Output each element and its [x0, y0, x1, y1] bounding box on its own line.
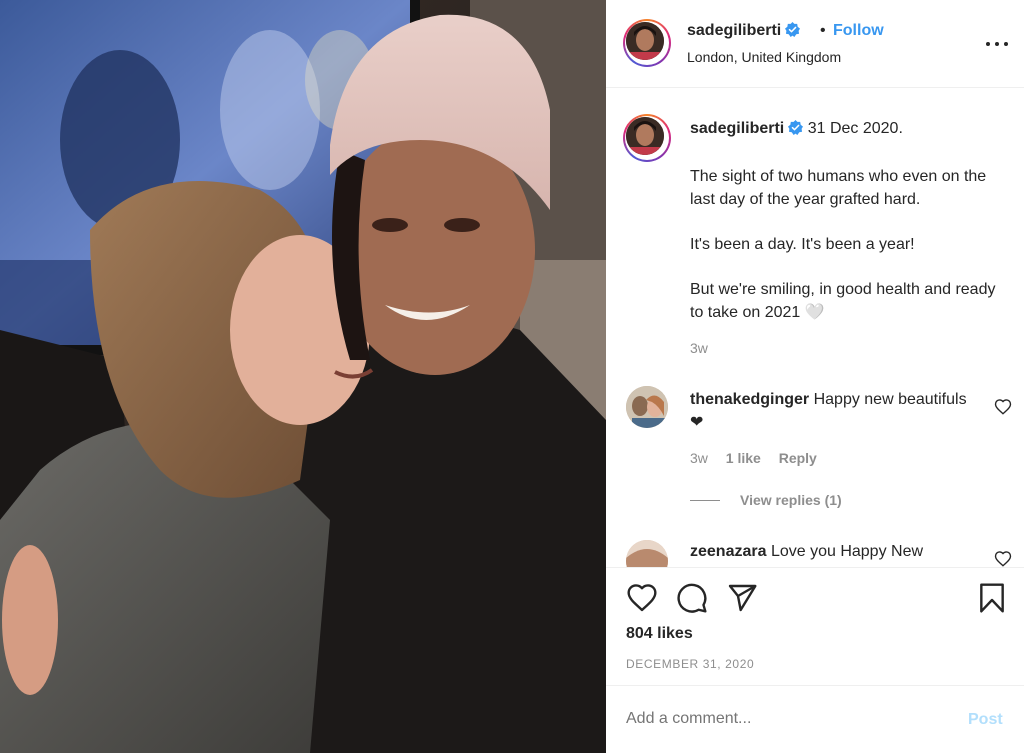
comment-icon[interactable]: [676, 582, 708, 614]
comment-username[interactable]: zeenazara: [690, 543, 767, 560]
separator-dot: •: [820, 22, 826, 39]
bookmark-icon[interactable]: [976, 582, 1008, 614]
action-bar: 804 likes DECEMBER 31, 2020: [606, 567, 1024, 685]
add-comment-input[interactable]: [626, 710, 936, 728]
more-options-icon[interactable]: [986, 35, 1008, 53]
comment-time[interactable]: 3w: [690, 450, 708, 466]
share-icon[interactable]: [726, 582, 758, 614]
comments-scroll-area[interactable]: sadegiliberti 31 Dec 2020. The sight of …: [606, 89, 1024, 567]
replies-line: [690, 500, 720, 501]
caption-username[interactable]: sadegiliberti: [690, 120, 784, 137]
heart-icon[interactable]: [626, 582, 658, 614]
comment-text: thenakedginger Happy new beautifuls ❤: [690, 388, 980, 434]
view-replies-button[interactable]: View replies (1): [690, 492, 842, 508]
comment-text: zeenazara Love you Happy New: [690, 540, 980, 563]
comment-likes[interactable]: 1 like: [726, 450, 761, 466]
comment-like-heart-icon[interactable]: [994, 550, 1012, 567]
post-date: DECEMBER 31, 2020: [626, 657, 755, 671]
location-link[interactable]: London, United Kingdom: [687, 49, 841, 65]
post-side-panel: sadegiliberti • Follow London, United Ki…: [606, 0, 1024, 753]
post-comment-button[interactable]: Post: [968, 711, 1003, 729]
caption-time[interactable]: 3w: [690, 340, 708, 356]
caption-header: sadegiliberti 31 Dec 2020.: [690, 120, 903, 138]
post-photo[interactable]: [0, 0, 606, 753]
view-replies-label: View replies (1): [740, 492, 842, 508]
caption-avatar[interactable]: [623, 114, 671, 162]
add-comment-bar: Post: [606, 685, 1024, 753]
verified-badge-icon: [785, 22, 801, 37]
caption-paragraph: It's been a day. It's been a year!: [690, 236, 915, 253]
photo-image: [0, 0, 606, 753]
comment-username[interactable]: thenakedginger: [690, 391, 809, 408]
comment-avatar[interactable]: [626, 540, 668, 567]
reply-button[interactable]: Reply: [779, 450, 817, 466]
author-username[interactable]: sadegiliberti: [687, 22, 801, 40]
caption-paragraph: The sight of two humans who even on the …: [690, 168, 987, 208]
likes-count[interactable]: 804 likes: [626, 625, 693, 643]
comment-avatar[interactable]: [626, 386, 668, 428]
comment-like-heart-icon[interactable]: [994, 398, 1012, 416]
caption-date-text: 31 Dec 2020.: [807, 120, 903, 137]
caption-body: The sight of two humans who even on the …: [690, 165, 1005, 346]
comment-meta: 3w 1 like Reply: [690, 450, 831, 466]
caption-paragraph: But we're smiling, in good health and re…: [690, 281, 996, 321]
post-header: sadegiliberti • Follow London, United Ki…: [606, 0, 1024, 88]
follow-button[interactable]: Follow: [833, 22, 884, 40]
verified-badge-icon: [788, 120, 804, 135]
author-avatar[interactable]: [623, 19, 671, 67]
comment-body: Love you Happy New: [766, 543, 924, 560]
